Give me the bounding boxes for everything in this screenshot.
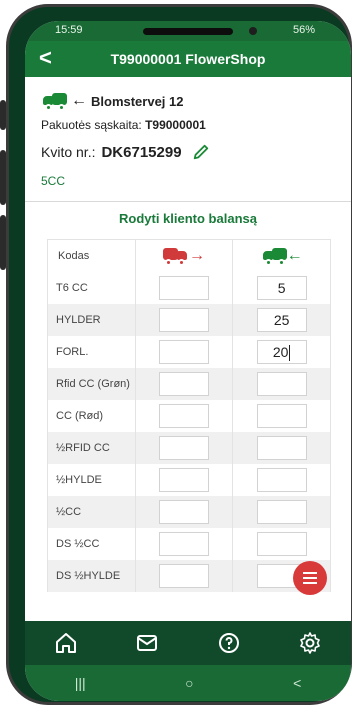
incoming-input[interactable]: [256, 467, 307, 492]
row-code: ½CC: [47, 495, 136, 528]
account-value: T99000001: [145, 118, 206, 132]
page-title: T99000001 FlowerShop: [110, 51, 266, 67]
row-code: ½HYLDE: [47, 463, 136, 496]
outgoing-input[interactable]: [159, 435, 210, 460]
delivery-info: ← Blomstervej 12 Pakuotės sąskaita: T990…: [41, 89, 341, 188]
row-code: HYLDER: [47, 303, 136, 336]
system-nav-bar: ||| ○ <: [25, 665, 351, 701]
table-row: DS ½HYLDE: [47, 559, 331, 592]
table-row: ½HYLDE: [47, 463, 331, 496]
table-row: ½CC: [47, 495, 331, 528]
table-row: ½RFID CC: [47, 431, 331, 464]
table-header-row: Kodas → ←: [47, 239, 331, 272]
menu-fab-button[interactable]: [293, 561, 327, 595]
hamburger-icon: [303, 572, 317, 574]
incoming-input-focused[interactable]: 20: [256, 339, 307, 364]
hamburger-icon-line: [303, 582, 317, 584]
arrow-right-icon: →: [189, 246, 206, 264]
table-row: Rfid CC (Grøn): [47, 367, 331, 400]
outgoing-input[interactable]: [159, 339, 210, 364]
table-row: CC (Rød): [47, 399, 331, 432]
speaker-notch: [143, 28, 233, 35]
outgoing-input[interactable]: [159, 499, 210, 524]
outgoing-input[interactable]: [159, 531, 210, 556]
settings-gear-icon[interactable]: [298, 631, 322, 655]
column-header-code: Kodas: [47, 239, 136, 272]
app-screen: 15:59 56% < T99000001 FlowerShop ← Bloms…: [25, 21, 351, 701]
receipt-row: Kvito nr.: DK6715299: [41, 138, 341, 166]
arrow-left-icon: ←: [286, 246, 303, 264]
show-balance-link[interactable]: Rodyti kliento balansą: [25, 211, 351, 226]
incoming-input[interactable]: [256, 499, 307, 524]
back-system-button[interactable]: <: [293, 675, 301, 691]
incoming-input[interactable]: [256, 403, 307, 428]
phone-frame: 15:59 56% < T99000001 FlowerShop ← Bloms…: [6, 4, 352, 705]
arrow-left-icon: ←: [71, 92, 87, 109]
row-code: DS ½HYLDE: [47, 559, 136, 592]
outgoing-input[interactable]: [159, 563, 210, 588]
incoming-input-value: 20: [272, 343, 289, 360]
column-header-incoming: ←: [232, 239, 331, 272]
outgoing-input[interactable]: [159, 467, 210, 492]
row-code: CC (Rød): [47, 399, 136, 432]
receipt-label: Kvito nr.:: [41, 144, 96, 160]
hamburger-icon-line: [303, 577, 317, 579]
table-row: DS ½CC: [47, 527, 331, 560]
camera-icon: [249, 27, 257, 35]
green-truck-icon: [261, 247, 287, 266]
row-code: DS ½CC: [47, 527, 136, 560]
table-row: FORL. 20: [47, 335, 331, 368]
row-code: T6 CC: [47, 271, 136, 304]
cc-count: 5CC: [41, 174, 66, 188]
outgoing-input[interactable]: [159, 307, 210, 332]
incoming-input[interactable]: [256, 371, 307, 396]
address-row: ← Blomstervej 12: [41, 89, 341, 113]
outgoing-input[interactable]: [159, 403, 210, 428]
red-truck-icon: [163, 247, 189, 266]
column-header-outgoing: →: [134, 239, 234, 272]
help-icon[interactable]: [217, 631, 241, 655]
account-label: Pakuotės sąskaita:: [41, 118, 142, 132]
row-code: Rfid CC (Grøn): [47, 367, 136, 400]
home-icon[interactable]: [54, 631, 78, 655]
app-header: < T99000001 FlowerShop: [25, 41, 351, 77]
divider: [25, 201, 351, 202]
account-row: Pakuotės sąskaita: T99000001: [41, 118, 341, 136]
recents-button[interactable]: |||: [75, 675, 86, 691]
home-system-button[interactable]: ○: [185, 675, 193, 691]
mail-icon[interactable]: [135, 631, 159, 655]
outgoing-input[interactable]: [159, 275, 210, 300]
text-caret: [289, 344, 291, 361]
table-row: T6 CC 5: [47, 271, 331, 304]
incoming-input[interactable]: [256, 531, 307, 556]
incoming-input[interactable]: 5: [256, 275, 307, 300]
green-truck-icon: [41, 92, 67, 111]
pencil-icon[interactable]: [192, 143, 210, 161]
row-code: ½RFID CC: [47, 431, 136, 464]
address-text: Blomstervej 12: [91, 93, 184, 109]
table-row: HYLDER 25: [47, 303, 331, 336]
packaging-table: Kodas → ← T6 CC 5 HYLDER 25 FORL. 20 Rfi…: [47, 239, 331, 592]
row-code: FORL.: [47, 335, 136, 368]
bottom-nav: [25, 621, 351, 665]
incoming-input[interactable]: 25: [256, 307, 307, 332]
status-time: 15:59: [55, 24, 83, 36]
outgoing-input[interactable]: [159, 371, 210, 396]
receipt-number: DK6715299: [101, 143, 182, 161]
incoming-input[interactable]: [256, 435, 307, 460]
status-bar: 15:59 56%: [25, 21, 351, 41]
status-battery: 56%: [292, 24, 315, 36]
